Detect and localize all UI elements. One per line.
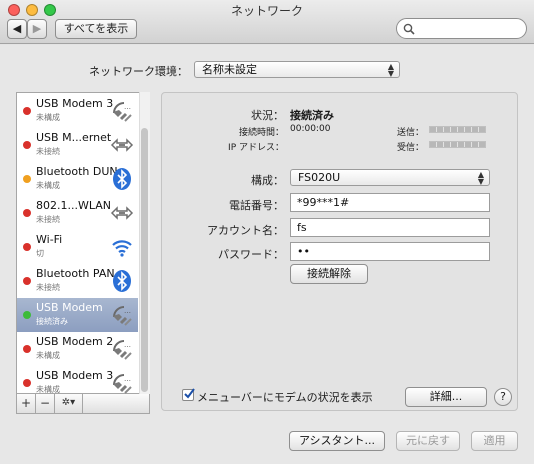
- connect-time-value: 00:00:00: [290, 124, 331, 134]
- service-item[interactable]: USB M...ernet 未接続: [17, 128, 138, 162]
- popup-arrows-icon: ▲ ▼: [387, 62, 394, 78]
- add-service-button[interactable]: +: [17, 394, 36, 413]
- bluetooth-icon: [110, 167, 134, 191]
- ethernet-arrows-icon: [110, 201, 134, 225]
- status-dot: [23, 107, 31, 115]
- popup-arrows-icon: ▲ ▼: [477, 170, 484, 186]
- show-modem-status-checkbox[interactable]: [182, 388, 195, 401]
- service-name: Wi-Fi: [36, 233, 63, 246]
- back-button[interactable]: ◀: [7, 19, 27, 39]
- phone-modem-icon: …: [110, 99, 134, 123]
- password-field[interactable]: ••: [290, 242, 490, 261]
- svg-text:…: …: [124, 103, 131, 111]
- config-value: FS020U: [298, 171, 341, 184]
- status-dot: [23, 175, 31, 183]
- service-item[interactable]: USB Modem 接続済み …: [17, 298, 138, 332]
- status-dot: [23, 311, 31, 319]
- phone-modem-icon: …: [110, 337, 134, 361]
- status-dot: [23, 345, 31, 353]
- status-dot: [23, 209, 31, 217]
- service-status: 未接続: [36, 283, 60, 292]
- password-label: パスワード：: [218, 248, 284, 261]
- checkmark-icon: [184, 388, 195, 399]
- service-list[interactable]: USB Modem 3 未構成… USB M...ernet 未接続 Bluetooth…: [16, 92, 150, 394]
- back-arrow-icon: ◀: [12, 22, 22, 35]
- config-popup[interactable]: FS020U ▲ ▼: [290, 169, 490, 186]
- help-button[interactable]: ?: [494, 388, 512, 406]
- phone-number-field[interactable]: *99***1#: [290, 193, 490, 212]
- scrollbar-thumb[interactable]: [141, 128, 148, 392]
- status-dot: [23, 277, 31, 285]
- account-name-field[interactable]: fs: [290, 218, 490, 237]
- service-status: 未接続: [36, 215, 60, 224]
- svg-text:…: …: [124, 375, 131, 383]
- action-gear-button[interactable]: ✲▾: [55, 394, 83, 413]
- service-list-buttons: + − ✲▾: [16, 394, 150, 414]
- advanced-button[interactable]: 詳細...: [405, 387, 487, 407]
- service-item[interactable]: Bluetooth PAN 未接続: [17, 264, 138, 298]
- forward-arrow-icon: ▶: [32, 22, 42, 35]
- connect-time-label: 接続時間：: [238, 128, 284, 138]
- status-label: 状況：: [251, 109, 284, 122]
- service-item[interactable]: Wi-Fi 切: [17, 230, 138, 264]
- service-name: USB Modem: [36, 301, 103, 314]
- service-name: USB Modem 3: [36, 97, 114, 110]
- ip-address-label: IP アドレス：: [228, 143, 284, 153]
- show-modem-status-label: メニューバーにモデムの状況を表示: [197, 391, 373, 404]
- service-status: 接続済み: [36, 317, 68, 326]
- forward-button[interactable]: ▶: [27, 19, 47, 39]
- config-label: 構成：: [251, 174, 284, 187]
- revert-button[interactable]: 元に戻す: [396, 431, 460, 451]
- phone-modem-icon: …: [110, 303, 134, 327]
- service-status: 未構成: [36, 113, 60, 122]
- service-name: 802.1...WLAN: [36, 199, 111, 212]
- status-dot: [23, 243, 31, 251]
- bluetooth-icon: [110, 269, 134, 293]
- service-name: Bluetooth DUN: [36, 165, 118, 178]
- window-title: ネットワーク: [230, 4, 303, 18]
- search-icon: [403, 23, 415, 35]
- disconnect-button[interactable]: 接続解除: [290, 264, 368, 284]
- ethernet-arrows-icon: [110, 133, 134, 157]
- status-value: 接続済み: [290, 109, 334, 122]
- location-popup[interactable]: 名称未設定 ▲ ▼: [194, 61, 400, 78]
- apply-button[interactable]: 適用: [471, 431, 518, 451]
- sent-label: 送信：: [396, 128, 424, 138]
- service-name: USB Modem 2: [36, 335, 114, 348]
- show-all-button[interactable]: すべてを表示: [55, 19, 137, 39]
- search-input[interactable]: [396, 18, 527, 39]
- wifi-icon: [110, 235, 134, 259]
- phone-number-label: 電話番号：: [229, 199, 284, 212]
- service-item[interactable]: USB Modem 3 未構成 …: [17, 94, 138, 128]
- svg-text:…: …: [124, 307, 131, 315]
- status-dot: [23, 141, 31, 149]
- phone-modem-icon: …: [110, 371, 134, 395]
- svg-text:…: …: [124, 341, 131, 349]
- service-item[interactable]: 802.1...WLAN 未接続: [17, 196, 138, 230]
- location-value: 名称未設定: [202, 63, 257, 76]
- title-bar: ネットワーク ◀ ▶ すべてを表示: [0, 0, 534, 44]
- location-label: ネットワーク環境：: [89, 65, 188, 78]
- service-status: 未構成: [36, 351, 60, 360]
- status-dot: [23, 379, 31, 387]
- service-item[interactable]: Bluetooth DUN 未構成: [17, 162, 138, 196]
- service-item[interactable]: USB Modem 2 未構成 …: [17, 332, 138, 366]
- service-status: 未構成: [36, 181, 60, 190]
- account-name-label: アカウント名：: [207, 224, 284, 237]
- service-status: 未接続: [36, 147, 60, 156]
- service-status: 切: [36, 249, 44, 258]
- sent-meter: [429, 126, 486, 133]
- assistant-button[interactable]: アシスタント...: [289, 431, 385, 451]
- service-name: Bluetooth PAN: [36, 267, 115, 280]
- service-name: USB M...ernet: [36, 131, 112, 144]
- remove-service-button[interactable]: −: [36, 394, 55, 413]
- service-name: USB Modem 3: [36, 369, 114, 382]
- received-meter: [429, 141, 486, 148]
- received-label: 受信：: [396, 143, 424, 153]
